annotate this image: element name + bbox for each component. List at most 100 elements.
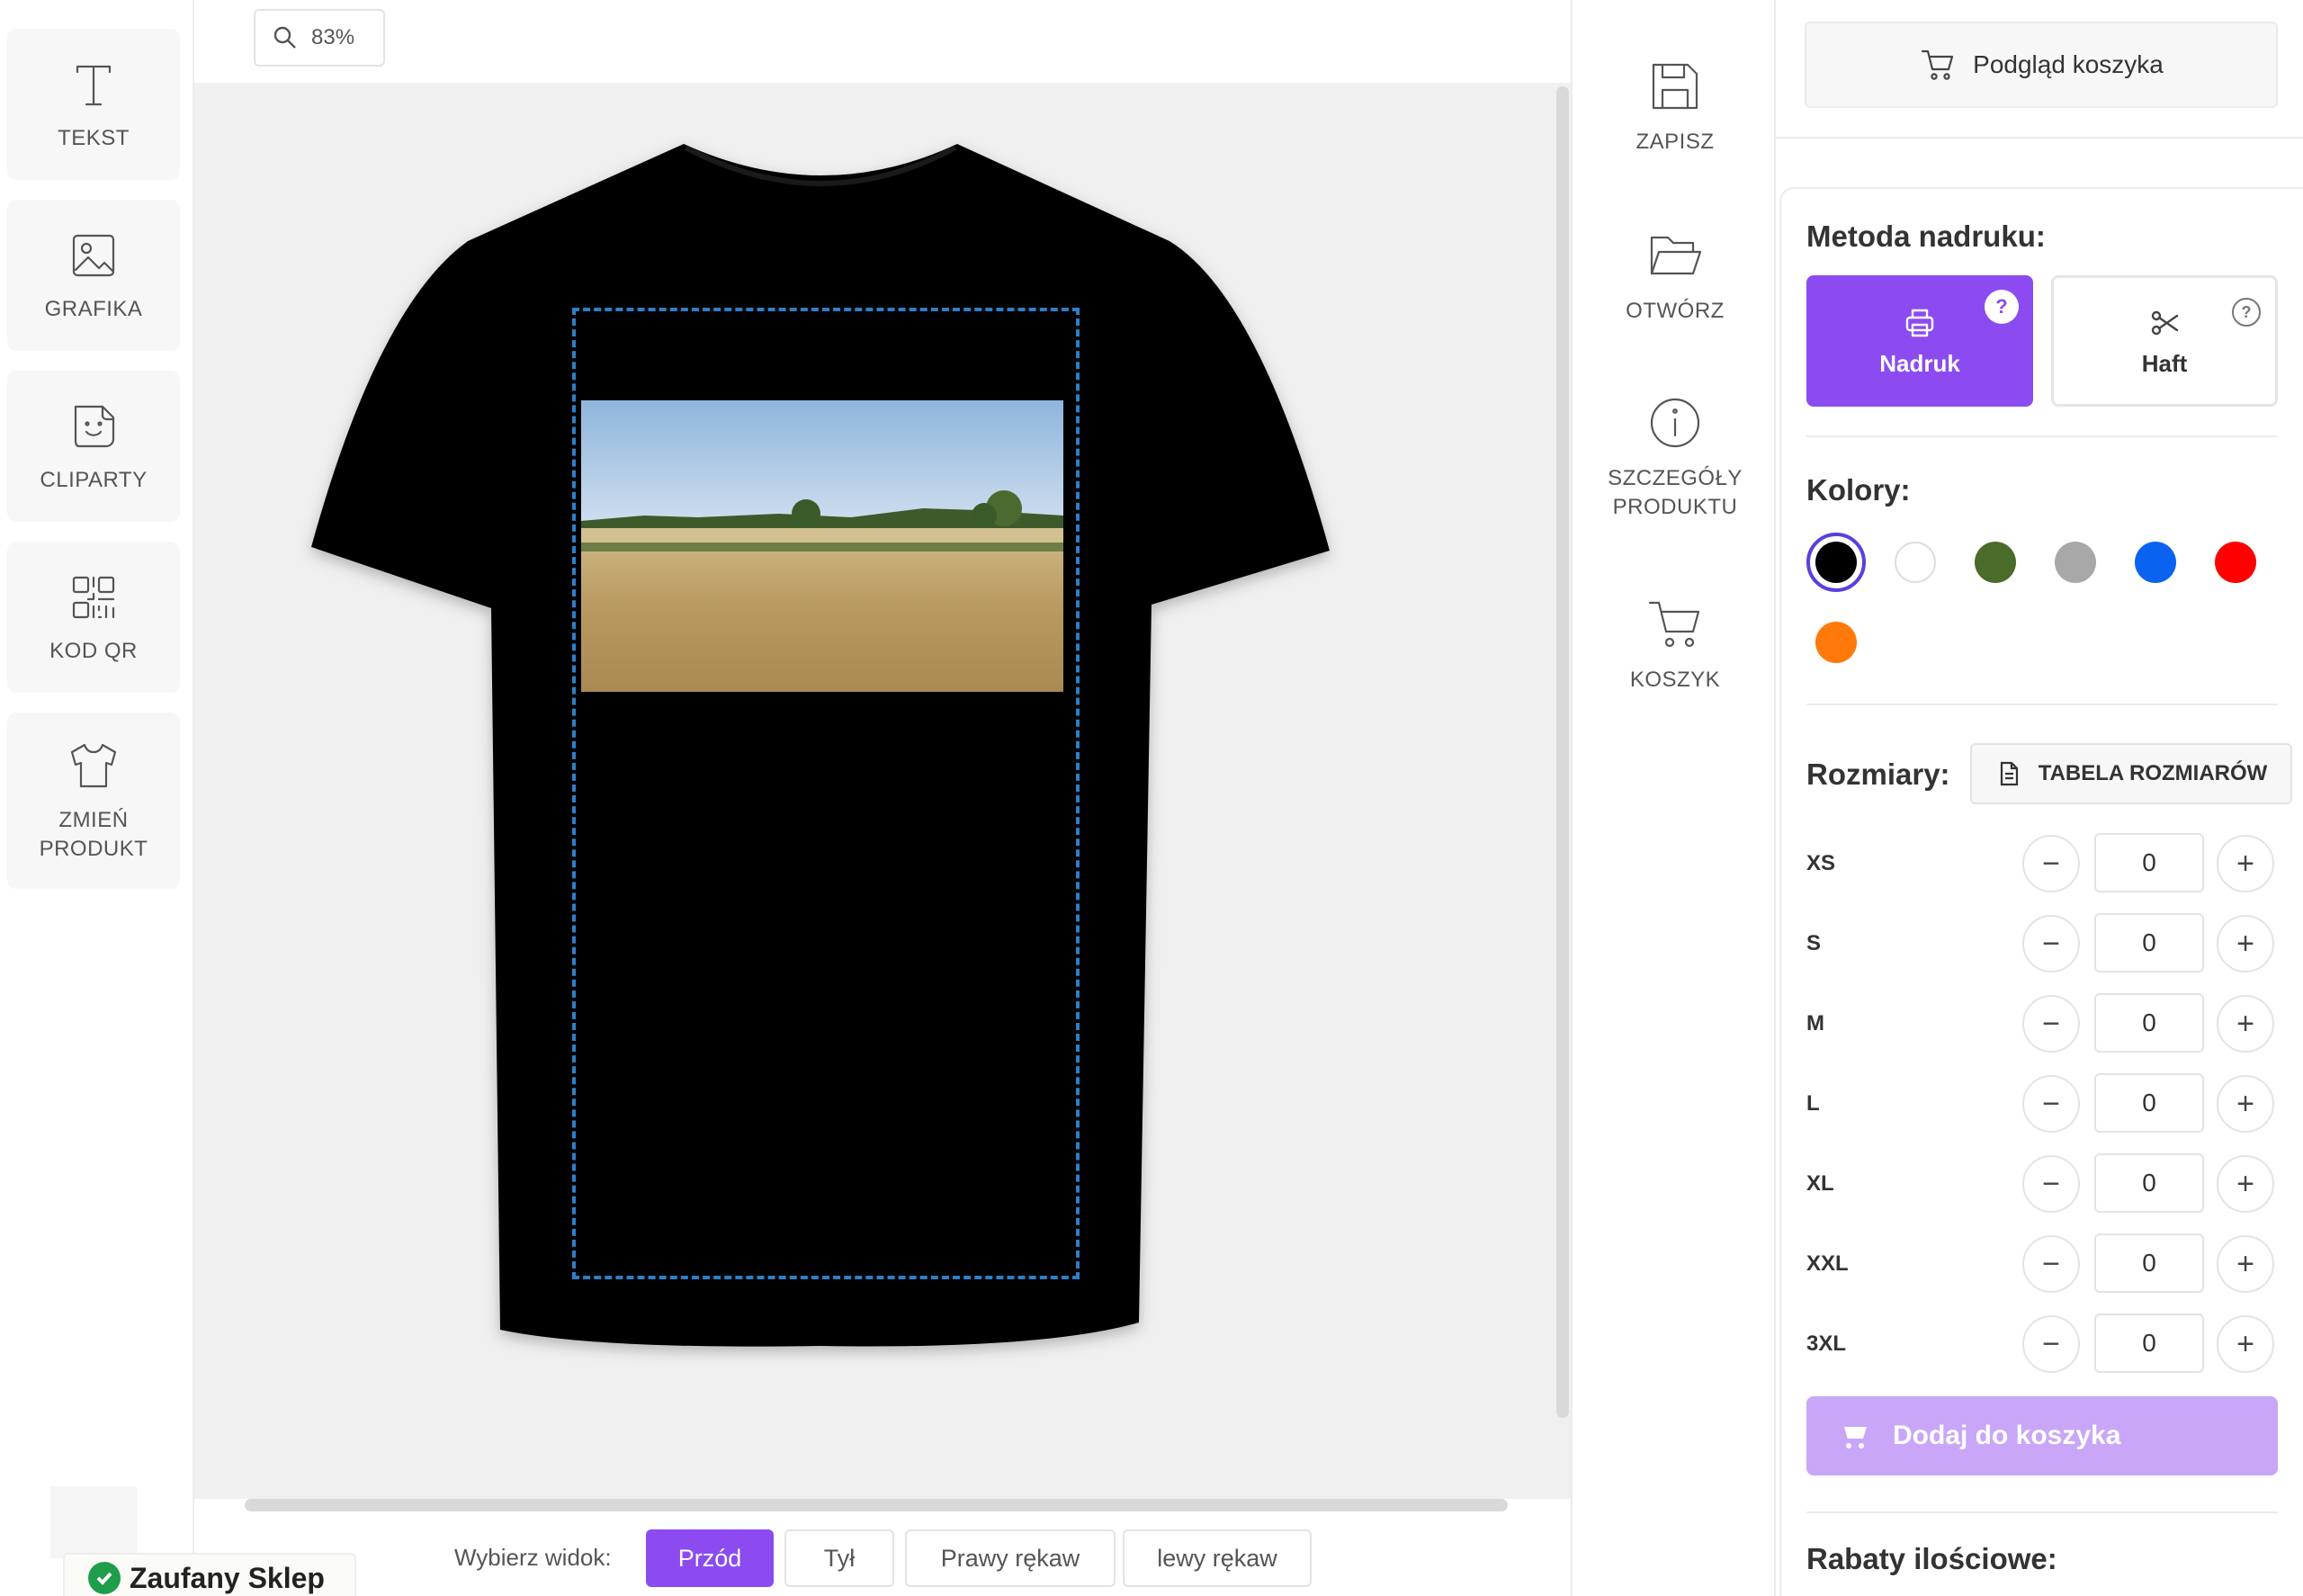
wheat-field-image[interactable]	[581, 400, 1063, 692]
product-options-panel: Podgląd koszyka Metoda nadruku: ? Nadruk…	[1776, 0, 2303, 1596]
decrease-button[interactable]: −	[2022, 1315, 2080, 1373]
tool-sidebar: TEKST GRAFIKA CLIPARTY KOD QR ZMIEŃ PROD…	[0, 0, 194, 1596]
help-icon[interactable]: ?	[1985, 290, 2019, 324]
action-label: ZAPISZ	[1635, 130, 1715, 154]
view-selector-label: Wybierz widok:	[454, 1544, 612, 1571]
widget-stub	[50, 1486, 137, 1558]
tool-zmien-produkt[interactable]: ZMIEŃ PRODUKT	[7, 713, 180, 889]
size-row-3xl: 3XL − +	[1776, 1314, 2303, 1373]
cart-preview-button[interactable]: Podgląd koszyka	[1805, 22, 2278, 108]
quantity-input[interactable]	[2094, 1233, 2204, 1293]
vertical-scrollbar[interactable]	[1556, 86, 1569, 1418]
size-label: XXL	[1806, 1251, 1849, 1276]
action-label: OTWÓRZ	[1626, 299, 1725, 323]
printer-icon	[1905, 309, 1934, 336]
color-swatch-black[interactable]	[1806, 533, 1866, 592]
cart-icon	[1839, 1423, 1867, 1448]
folder-open-icon	[1650, 236, 1702, 275]
color-swatch-blue[interactable]	[2135, 542, 2176, 583]
action-szczegoly-produktu[interactable]: SZCZEGÓŁY PRODUKTU	[1573, 392, 1778, 522]
cart-preview-label: Podgląd koszyka	[1973, 50, 2164, 78]
tool-kod-qr[interactable]: KOD QR	[7, 542, 180, 693]
info-icon	[1650, 398, 1700, 448]
tshirt-icon	[70, 743, 117, 788]
decrease-button[interactable]: −	[2022, 1075, 2080, 1133]
zoom-control[interactable]: 83%	[254, 9, 385, 67]
check-icon	[88, 1562, 121, 1594]
size-label: XS	[1806, 851, 1836, 875]
cart-icon	[1648, 601, 1700, 648]
scissors-icon	[2151, 310, 2179, 335]
discounts-heading: Rabaty ilościowe:	[1806, 1542, 2057, 1575]
color-swatch-white[interactable]	[1895, 542, 1936, 583]
action-zapisz[interactable]: ZAPISZ	[1573, 56, 1778, 157]
tool-label: TEKST	[58, 126, 130, 150]
image-icon	[72, 234, 115, 277]
action-koszyk[interactable]: KOSZYK	[1573, 594, 1778, 695]
increase-button[interactable]: +	[2217, 1315, 2274, 1373]
size-row-xs: XS − +	[1776, 833, 2303, 892]
print-method-heading: Metoda nadruku:	[1806, 220, 2046, 253]
size-table-label: TABELA ROZMIARÓW	[2038, 761, 2268, 785]
actions-column: ZAPISZ OTWÓRZ SZCZEGÓŁY PRODUKTU KOSZYK	[1571, 0, 1776, 1596]
quantity-input[interactable]	[2094, 1153, 2204, 1213]
decrease-button[interactable]: −	[2022, 1155, 2080, 1213]
tool-grafika[interactable]: GRAFIKA	[7, 200, 180, 351]
zoom-value: 83%	[311, 25, 355, 49]
horizontal-scrollbar[interactable]	[245, 1499, 1508, 1511]
quantity-input[interactable]	[2094, 993, 2204, 1053]
view-front-button[interactable]: Przód	[646, 1529, 774, 1587]
print-method-label: Nadruk	[1879, 349, 1960, 377]
print-method-nadruk[interactable]: ? Nadruk	[1806, 275, 2033, 407]
action-otworz[interactable]: OTWÓRZ	[1573, 225, 1778, 326]
decrease-button[interactable]: −	[2022, 1235, 2080, 1293]
tool-tekst[interactable]: TEKST	[7, 29, 180, 180]
color-swatch-red[interactable]	[2215, 542, 2256, 583]
decrease-button[interactable]: −	[2022, 835, 2080, 892]
qr-code-icon	[72, 576, 115, 619]
divider	[1806, 435, 2278, 437]
help-icon[interactable]: ?	[2232, 298, 2261, 327]
sticker-icon	[74, 405, 115, 448]
size-row-s: S − +	[1776, 913, 2303, 973]
search-icon	[273, 26, 296, 49]
size-table-button[interactable]: TABELA ROZMIARÓW	[1970, 743, 2292, 804]
print-method-label: Haft	[2141, 349, 2188, 377]
view-right-sleeve-button[interactable]: Prawy rękaw	[905, 1529, 1116, 1587]
view-left-sleeve-button[interactable]: lewy rękaw	[1123, 1529, 1312, 1587]
tool-label: KOD QR	[49, 639, 138, 663]
action-label: SZCZEGÓŁY PRODUKTU	[1608, 466, 1743, 519]
colors-heading: Kolory:	[1806, 473, 1911, 507]
size-label: XL	[1806, 1171, 1834, 1196]
increase-button[interactable]: +	[2217, 835, 2274, 892]
quantity-input[interactable]	[2094, 833, 2204, 892]
view-back-button[interactable]: Tył	[784, 1529, 894, 1587]
increase-button[interactable]: +	[2217, 1075, 2274, 1133]
size-label: M	[1806, 1011, 1824, 1036]
color-swatch-green[interactable]	[1975, 542, 2016, 583]
quantity-input[interactable]	[2094, 1314, 2204, 1373]
action-label: KOSZYK	[1629, 668, 1721, 692]
cart-icon	[1922, 49, 1954, 80]
divider	[1776, 137, 2303, 139]
increase-button[interactable]: +	[2217, 1155, 2274, 1213]
color-swatch-grey[interactable]	[2055, 542, 2096, 583]
trust-badge[interactable]: Zaufany Sklep	[63, 1553, 356, 1596]
size-label: S	[1806, 931, 1822, 955]
size-label: 3XL	[1806, 1331, 1847, 1356]
size-row-xl: XL − +	[1776, 1153, 2303, 1213]
decrease-button[interactable]: −	[2022, 915, 2080, 973]
divider	[1806, 1511, 2278, 1513]
print-method-haft[interactable]: ? Haft	[2051, 275, 2278, 407]
text-icon	[76, 65, 112, 106]
tool-cliparty[interactable]: CLIPARTY	[7, 371, 180, 522]
increase-button[interactable]: +	[2217, 1235, 2274, 1293]
save-icon	[1652, 63, 1698, 110]
color-swatch-orange[interactable]	[1815, 622, 1857, 663]
quantity-input[interactable]	[2094, 1073, 2204, 1133]
quantity-input[interactable]	[2094, 913, 2204, 973]
add-to-cart-button[interactable]: Dodaj do koszyka	[1806, 1396, 2278, 1475]
increase-button[interactable]: +	[2217, 915, 2274, 973]
increase-button[interactable]: +	[2217, 995, 2274, 1053]
decrease-button[interactable]: −	[2022, 995, 2080, 1053]
